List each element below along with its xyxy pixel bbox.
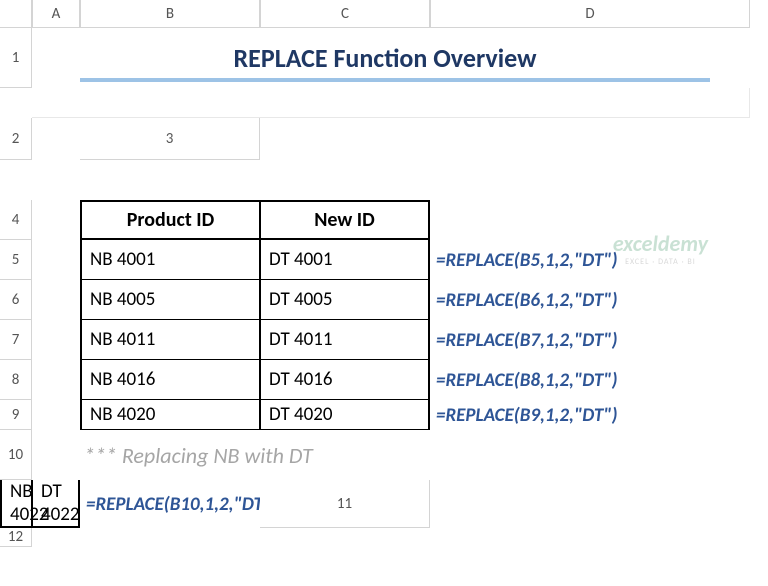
table-row[interactable]: DT 4005 bbox=[260, 280, 430, 320]
grid-corner bbox=[0, 0, 32, 28]
cell-a9[interactable] bbox=[32, 400, 80, 430]
cell-a10[interactable] bbox=[32, 430, 80, 480]
table-row[interactable]: NB 4016 bbox=[80, 360, 260, 400]
row-header-5[interactable]: 5 bbox=[0, 240, 32, 280]
row-header-3[interactable]: 3 bbox=[80, 118, 260, 160]
table-row[interactable]: DT 4001 bbox=[260, 240, 430, 280]
table-row[interactable]: NB 4011 bbox=[80, 320, 260, 360]
table-header-product-id[interactable]: Product ID bbox=[80, 200, 260, 240]
table-header-new-id[interactable]: New ID bbox=[260, 200, 430, 240]
row-header-6[interactable]: 6 bbox=[0, 280, 32, 320]
cell-a12[interactable] bbox=[32, 528, 80, 547]
cell-a8[interactable] bbox=[32, 360, 80, 400]
row-header-1[interactable]: 1 bbox=[0, 28, 32, 88]
row-header-9[interactable]: 9 bbox=[0, 400, 32, 430]
formula-cell[interactable]: =REPLACE(B8,1,2,"DT") bbox=[430, 360, 750, 400]
cell-a1[interactable] bbox=[32, 88, 750, 118]
table-row[interactable]: DT 4022 bbox=[32, 480, 80, 528]
cell-row3[interactable] bbox=[32, 160, 750, 200]
cell-a7[interactable] bbox=[32, 320, 80, 360]
table-row[interactable]: NB 4005 bbox=[80, 280, 260, 320]
col-header-a[interactable]: A bbox=[32, 0, 80, 28]
row-header-8[interactable]: 8 bbox=[0, 360, 32, 400]
row-header-10[interactable]: 10 bbox=[0, 430, 32, 480]
cell-a4[interactable] bbox=[32, 200, 80, 240]
cell-d4[interactable] bbox=[430, 200, 750, 240]
page-title: REPLACE Function Overview bbox=[80, 28, 750, 88]
note-text: *** Replacing NB with DT bbox=[80, 430, 750, 480]
title-text: REPLACE Function Overview bbox=[234, 42, 537, 74]
table-row[interactable]: DT 4011 bbox=[260, 320, 430, 360]
title-underline bbox=[80, 78, 710, 82]
table-row[interactable]: NB 4022 bbox=[0, 480, 32, 528]
table-row[interactable]: NB 4001 bbox=[80, 240, 260, 280]
table-row[interactable]: NB 4020 bbox=[80, 400, 260, 430]
col-header-d[interactable]: D bbox=[430, 0, 750, 28]
cell-a2[interactable] bbox=[32, 118, 80, 160]
formula-cell[interactable]: =REPLACE(B10,1,2,"DT") bbox=[80, 480, 260, 528]
formula-cell[interactable]: =REPLACE(B9,1,2,"DT") bbox=[430, 400, 750, 430]
formula-cell[interactable]: =REPLACE(B5,1,2,"DT") bbox=[430, 240, 750, 280]
formula-cell[interactable]: =REPLACE(B7,1,2,"DT") bbox=[430, 320, 750, 360]
row-header-12[interactable]: 12 bbox=[0, 528, 32, 547]
table-row[interactable]: DT 4016 bbox=[260, 360, 430, 400]
cell-a5[interactable] bbox=[32, 240, 80, 280]
cell-a6[interactable] bbox=[32, 280, 80, 320]
formula-cell[interactable]: =REPLACE(B6,1,2,"DT") bbox=[430, 280, 750, 320]
row-header-7[interactable]: 7 bbox=[0, 320, 32, 360]
row-header-11[interactable]: 11 bbox=[260, 480, 430, 528]
row-header-4[interactable]: 4 bbox=[0, 200, 32, 240]
col-header-c[interactable]: C bbox=[260, 0, 430, 28]
col-header-b[interactable]: B bbox=[80, 0, 260, 28]
row-header-2[interactable]: 2 bbox=[0, 118, 32, 160]
spreadsheet-grid: A B C D 1 2 REPLACE Function Overview 3 … bbox=[0, 0, 768, 547]
table-row[interactable]: DT 4020 bbox=[260, 400, 430, 430]
